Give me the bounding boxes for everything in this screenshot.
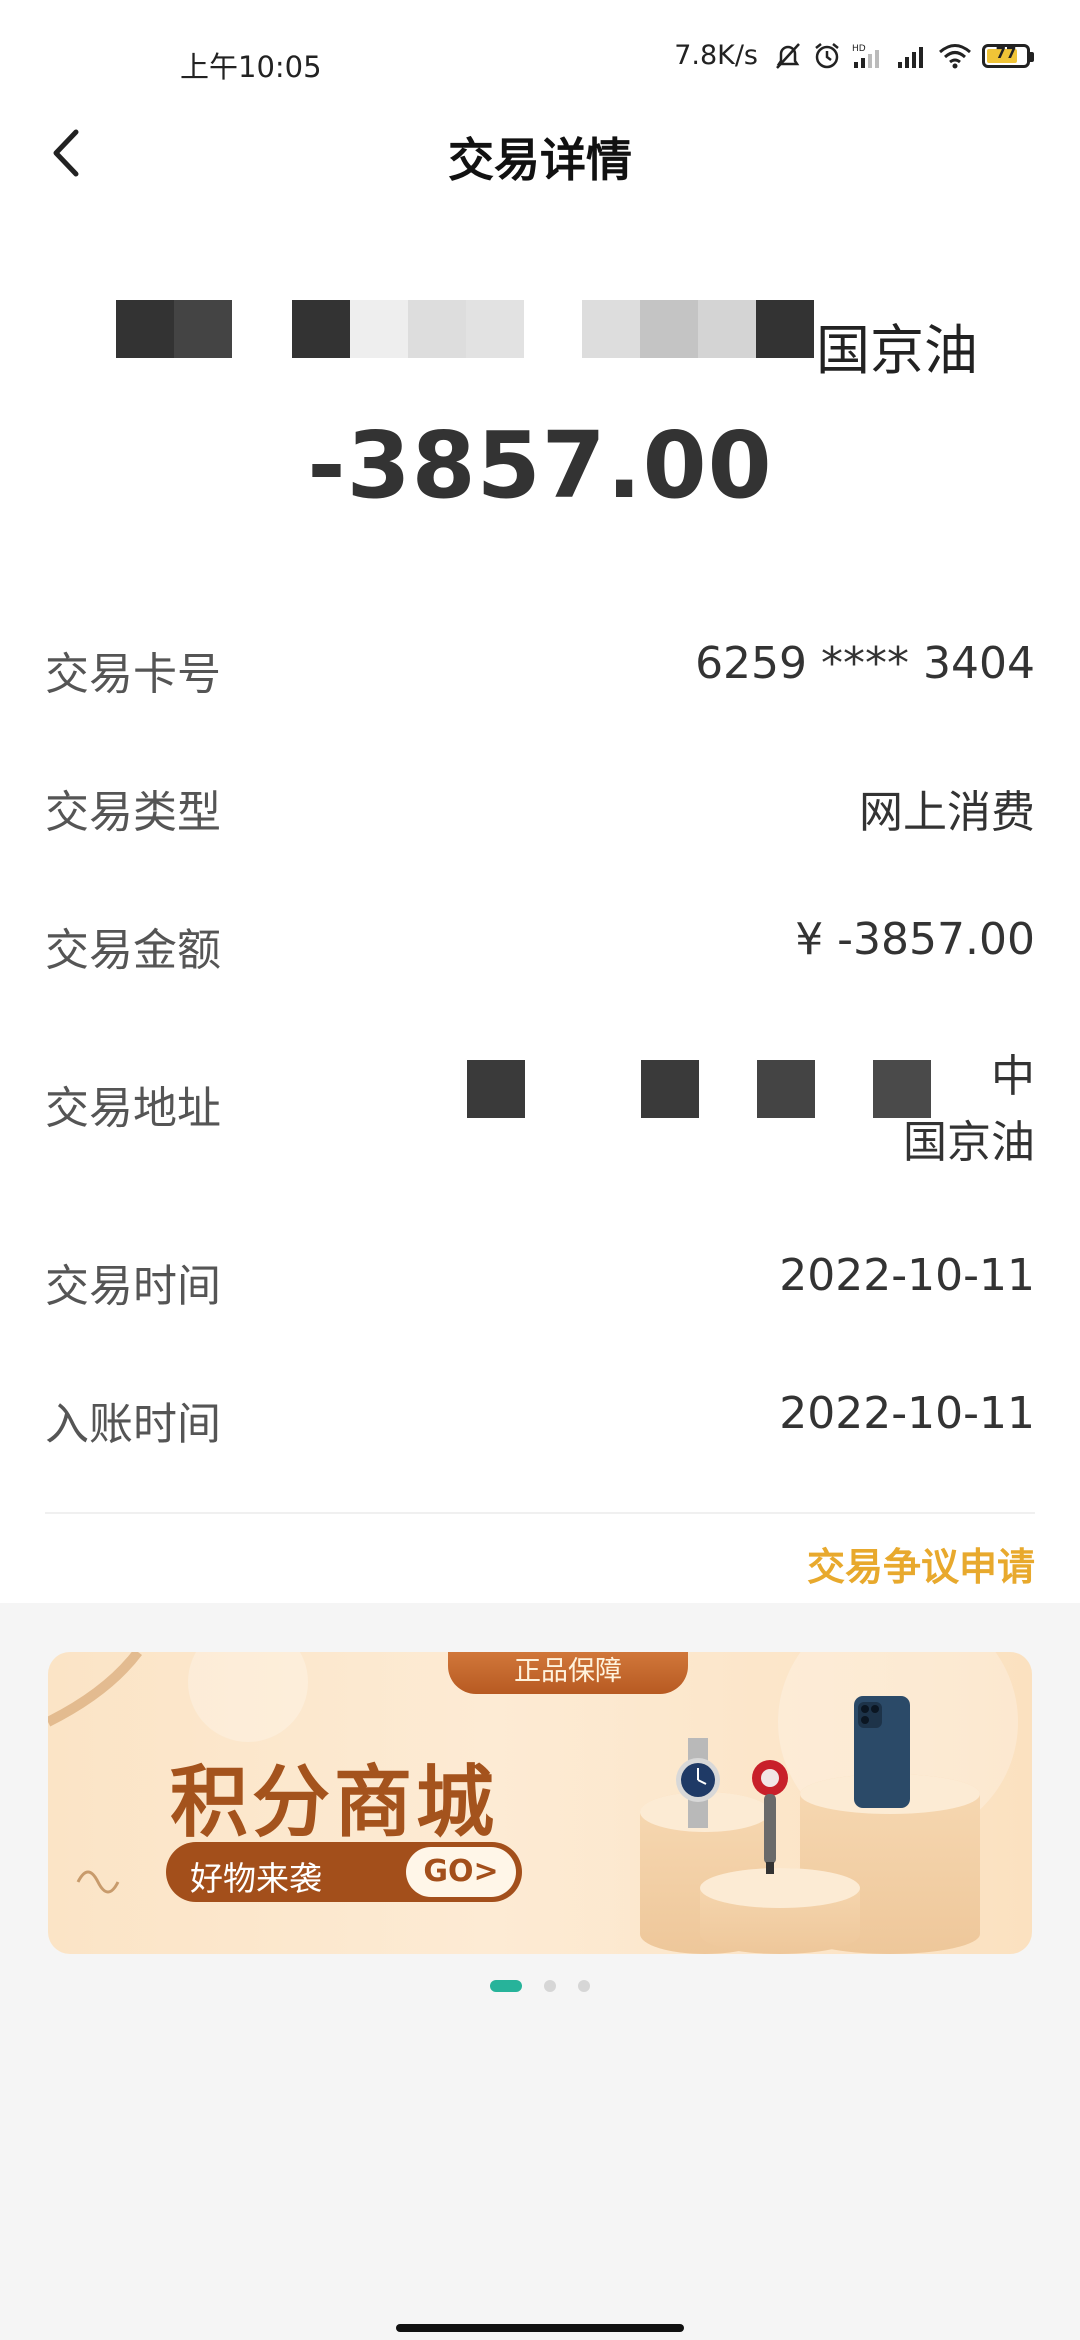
page-title: 交易详情 — [448, 133, 632, 187]
status-time: 上午10:05 — [180, 50, 322, 84]
carousel-dot-active[interactable] — [490, 1980, 522, 1992]
redacted-block — [582, 300, 640, 358]
banner-subtitle: 好物来袭 — [190, 1859, 322, 1898]
hair-dryer-image — [752, 1760, 788, 1874]
row-label: 交易金额 — [45, 925, 221, 976]
redacted-block — [640, 300, 698, 358]
row-label: 入账时间 — [45, 1399, 221, 1450]
carousel-indicator — [0, 1980, 1080, 1992]
row-value: 网上消费 — [859, 787, 1035, 838]
transaction-amount: -3857.00 — [307, 412, 773, 519]
watch-image — [676, 1738, 720, 1828]
row-label: 交易类型 — [45, 787, 221, 838]
row-value: 2022-10-11 — [779, 1250, 1035, 1301]
redacted-block — [350, 300, 408, 358]
mall-banner[interactable]: 正品保障 积分商城 好物来袭 GO> — [48, 1652, 1032, 1954]
hd-signal-icon: HD — [852, 44, 879, 68]
alarm-icon — [815, 42, 839, 68]
home-indicator[interactable] — [396, 2324, 684, 2332]
banner-cta[interactable]: 好物来袭 GO> — [166, 1842, 522, 1902]
merchant-name: 国京油 — [80, 296, 1020, 382]
battery-icon: 77 — [982, 43, 1034, 68]
redacted-block — [466, 300, 524, 358]
mute-bell-icon — [776, 42, 800, 69]
redacted-block — [757, 1060, 815, 1118]
row-label: 交易卡号 — [45, 649, 221, 700]
authentic-guarantee-tag: 正品保障 — [448, 1652, 688, 1694]
row-value: 2022-10-11 — [779, 1388, 1035, 1439]
banner-title: 积分商城 — [170, 1757, 499, 1848]
carousel-dot[interactable] — [544, 1980, 556, 1992]
detail-row-card-number: 交易卡号 6259 **** 3404 — [45, 622, 1035, 702]
carousel-dot[interactable] — [578, 1980, 590, 1992]
merchant-visible-text: 国京油 — [816, 319, 978, 382]
redacted-block — [467, 1060, 525, 1118]
wifi-icon — [939, 43, 971, 68]
detail-row-type: 交易类型 网上消费 — [45, 760, 1035, 840]
status-icons: 7.8K/s HD 77 — [674, 40, 1034, 71]
detail-row-address: 交易地址 中 国京油 — [45, 1040, 1035, 1170]
redacted-block — [116, 300, 174, 358]
network-speed: 7.8K/s — [674, 40, 758, 71]
go-button[interactable]: GO> — [406, 1847, 516, 1897]
svg-text:HD: HD — [852, 44, 866, 54]
redacted-block — [756, 300, 814, 358]
dispute-link[interactable]: 交易争议申请 — [807, 1536, 1035, 1591]
redacted-block — [292, 300, 350, 358]
divider — [45, 1512, 1035, 1514]
pedestal — [700, 1868, 860, 1954]
redacted-block — [408, 300, 466, 358]
row-value: 6259 **** 3404 — [695, 638, 1035, 689]
row-label: 交易时间 — [45, 1261, 221, 1312]
redacted-block — [641, 1060, 699, 1118]
address-line-1: 中 — [991, 1051, 1035, 1102]
redacted-block — [174, 300, 232, 358]
battery-level: 77 — [995, 43, 1017, 62]
detail-row-posting-time: 入账时间 2022-10-11 — [45, 1372, 1035, 1452]
phone-image — [854, 1696, 910, 1808]
address-line-2: 国京油 — [903, 1117, 1035, 1168]
detail-row-amount: 交易金额 ¥ -3857.00 — [45, 898, 1035, 978]
signal-icon — [898, 46, 923, 68]
redacted-block — [698, 300, 756, 358]
row-label: 交易地址 — [45, 1083, 221, 1134]
detail-row-transaction-time: 交易时间 2022-10-11 — [45, 1234, 1035, 1314]
row-value: ¥ -3857.00 — [795, 914, 1035, 965]
